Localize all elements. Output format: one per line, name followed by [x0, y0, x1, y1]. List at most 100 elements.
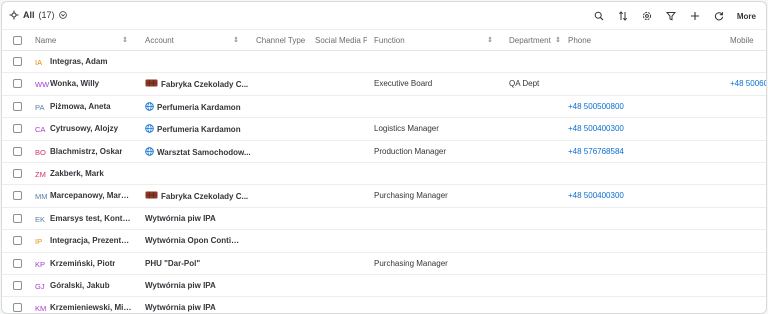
- row-checkbox[interactable]: [13, 191, 22, 201]
- mobile-link[interactable]: +48 5006007: [730, 79, 766, 88]
- view-selector[interactable]: All (17): [9, 10, 67, 20]
- avatar-initials: EK: [35, 214, 46, 224]
- table-row[interactable]: ZM Zakberk, Mark: [2, 163, 766, 186]
- contact-name[interactable]: Emarsys test, Kontakt: [50, 214, 132, 223]
- contact-name[interactable]: Piżmowa, Aneta: [50, 102, 111, 111]
- contact-name[interactable]: Integracja, Prezentacja: [50, 236, 132, 245]
- row-checkbox[interactable]: [13, 303, 22, 313]
- account-cell[interactable]: Fabryka Czekolady C...: [145, 191, 248, 201]
- account-cell[interactable]: Wytwórnia Opon ContiMo...: [145, 236, 243, 245]
- account-cell[interactable]: Wytwórnia piw IPA: [145, 281, 216, 290]
- avatar-initials: MM: [35, 192, 48, 202]
- account-name: Wytwórnia piw IPA: [145, 281, 216, 290]
- phone-link[interactable]: +48 576768584: [568, 147, 624, 156]
- table-row[interactable]: PA Piżmowa, Aneta Perfumeria Kardamon +48 5…: [2, 96, 766, 119]
- settings-icon[interactable]: [635, 8, 659, 24]
- phone-link[interactable]: +48 500500800: [568, 102, 624, 111]
- account-cell[interactable]: Perfumeria Kardamon: [145, 124, 241, 135]
- table-row[interactable]: EK Emarsys test, Kontakt Wytwórnia piw IPA: [2, 208, 766, 231]
- row-checkbox[interactable]: [13, 146, 22, 156]
- account-name: Warsztat Samochodow...: [157, 147, 251, 157]
- phone-link[interactable]: +48 500400300: [568, 191, 624, 200]
- table-row[interactable]: GJ Góralski, Jakub Wytwórnia piw IPA: [2, 275, 766, 298]
- row-checkbox[interactable]: [13, 258, 22, 268]
- column-header-department[interactable]: Department: [509, 36, 551, 45]
- department-cell: QA Dept: [509, 79, 540, 89]
- column-header-social-media[interactable]: Social Media P: [315, 36, 367, 45]
- table-row[interactable]: WW Wonka, Willy Fabryka Czekolady C... Exec…: [2, 73, 766, 96]
- account-cell[interactable]: PHU "Dar-Pol": [145, 259, 200, 268]
- contact-name[interactable]: Góralski, Jakub: [50, 281, 110, 290]
- avatar-initials: KP: [35, 259, 46, 269]
- contact-name[interactable]: Marcepanowy, Marcel: [50, 191, 132, 200]
- sort-function-icon[interactable]: ⇕: [487, 36, 493, 44]
- column-header-account[interactable]: Account: [145, 36, 174, 45]
- row-checkbox[interactable]: [13, 213, 22, 223]
- avatar-initials: GJ: [35, 282, 45, 291]
- function-cell: Purchasing Manager: [374, 258, 448, 268]
- account-name: Wytwórnia Opon ContiMo...: [145, 236, 243, 246]
- column-header-name[interactable]: Name: [35, 36, 56, 45]
- account-cell[interactable]: Fabryka Czekolady C...: [145, 79, 248, 89]
- column-header-function[interactable]: Function: [374, 36, 405, 45]
- row-checkbox[interactable]: [13, 79, 22, 89]
- table-row[interactable]: IP Integracja, Prezentacja Wytwórnia Opon …: [2, 230, 766, 253]
- select-all-checkbox[interactable]: [13, 36, 22, 45]
- function-cell: Executive Board: [374, 79, 433, 89]
- contact-name[interactable]: Blachmistrz, Oskar: [50, 147, 122, 156]
- view-title: All: [23, 10, 35, 20]
- row-checkbox[interactable]: [13, 236, 22, 246]
- avatar-initials: IA: [35, 58, 43, 67]
- account-cell[interactable]: Wytwórnia piw IPA: [145, 303, 216, 312]
- table-row[interactable]: KP Krzemiński, Piotr PHU "Dar-Pol" Purchasi…: [2, 253, 766, 275]
- add-icon[interactable]: [683, 8, 707, 24]
- record-count: (17): [38, 10, 55, 20]
- account-cell[interactable]: Wytwórnia piw IPA: [145, 214, 216, 223]
- contact-name[interactable]: Zakberk, Mark: [50, 169, 104, 178]
- account-name: Fabryka Czekolady C...: [161, 79, 249, 89]
- table-row[interactable]: KM Krzemieniewski, Miko... Wytwórnia piw I…: [2, 297, 766, 313]
- row-checkbox[interactable]: [13, 57, 22, 66]
- row-checkbox[interactable]: [13, 281, 22, 290]
- table-row[interactable]: BO Blachmistrz, Oskar Warsztat Samochodow.…: [2, 141, 766, 163]
- filter-icon[interactable]: [659, 8, 683, 24]
- function-cell: Production Manager: [374, 146, 447, 156]
- sort-name-icon[interactable]: ⇕: [122, 36, 128, 44]
- contact-name[interactable]: Krzemiński, Piotr: [50, 259, 115, 268]
- table-header: Name ⇕ Account ⇕ Channel Type Social Med…: [2, 29, 766, 51]
- globe-icon: [145, 102, 154, 113]
- function-cell: Purchasing Manager: [374, 191, 448, 201]
- table-row[interactable]: MM Marcepanowy, Marcel Fabryka Czekolady C…: [2, 185, 766, 208]
- account-name: Perfumeria Kardamon: [157, 125, 241, 135]
- avatar-initials: IP: [35, 237, 43, 247]
- row-checkbox[interactable]: [13, 101, 22, 111]
- sort-department-icon[interactable]: ⇕: [555, 36, 561, 44]
- account-cell[interactable]: Perfumeria Kardamon: [145, 102, 241, 113]
- row-checkbox[interactable]: [13, 169, 22, 178]
- table-toolbar: All (17) More: [2, 2, 766, 29]
- sort-account-icon[interactable]: ⇕: [233, 36, 239, 44]
- table-row[interactable]: CA Cytrusowy, Alojzy Perfumeria Kardamon Lo…: [2, 118, 766, 141]
- account-cell[interactable]: Warsztat Samochodow...: [145, 146, 251, 158]
- column-header-phone[interactable]: Phone: [568, 36, 591, 45]
- globe-icon: [145, 146, 154, 158]
- avatar-initials: BO: [35, 147, 46, 157]
- column-header-channel-type[interactable]: Channel Type: [256, 36, 305, 45]
- account-name: Fabryka Czekolady C...: [161, 191, 249, 201]
- table-row[interactable]: IA Integras, Adam: [2, 51, 766, 74]
- contact-name[interactable]: Cytrusowy, Alojzy: [50, 124, 118, 133]
- account-name: Wytwórnia piw IPA: [145, 213, 216, 223]
- contact-name[interactable]: Integras, Adam: [50, 57, 108, 66]
- phone-link[interactable]: +48 500400300: [568, 124, 624, 133]
- contact-name[interactable]: Wonka, Willy: [50, 79, 99, 88]
- more-button[interactable]: More: [737, 12, 756, 21]
- search-icon[interactable]: [587, 8, 611, 24]
- row-checkbox[interactable]: [13, 124, 22, 134]
- refresh-icon[interactable]: [707, 8, 731, 24]
- chevron-down-icon[interactable]: [58, 11, 67, 19]
- sort-icon[interactable]: [611, 8, 635, 24]
- column-header-mobile[interactable]: Mobile: [730, 36, 754, 45]
- chocolate-bar-icon: [145, 79, 158, 89]
- account-name: Wytwórnia piw IPA: [145, 303, 216, 313]
- contact-name[interactable]: Krzemieniewski, Miko...: [50, 303, 132, 312]
